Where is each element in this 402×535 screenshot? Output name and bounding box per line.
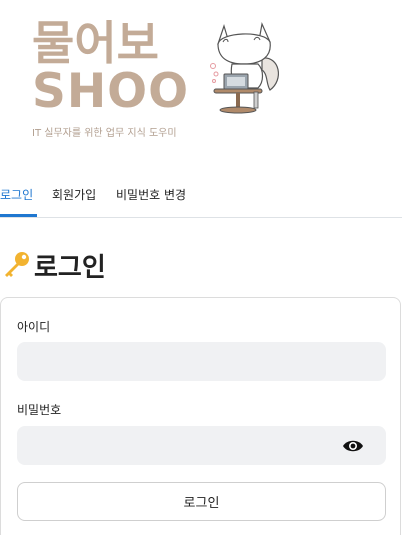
key-icon — [5, 252, 29, 277]
password-label: 비밀번호 — [17, 403, 62, 417]
logo-title-english: SHOO — [32, 64, 190, 119]
login-page: 물어보 SHOO IT 실무자를 위한 업무 지식 도우미 로그인 회원가입 비… — [0, 0, 402, 535]
tab-change-password[interactable]: 비밀번호 변경 — [116, 186, 186, 203]
username-label: 아이디 — [17, 320, 51, 334]
app-logo: 물어보 SHOO IT 실무자를 위한 업무 지식 도우미 — [30, 18, 290, 143]
fox-with-laptop-mascot — [210, 21, 279, 114]
eye-icon[interactable] — [342, 438, 364, 454]
password-input[interactable] — [17, 426, 386, 465]
login-form-card: 아이디 비밀번호 로그인 — [0, 297, 401, 535]
tab-login[interactable]: 로그인 — [0, 186, 33, 203]
page-heading: 로그인 — [0, 245, 106, 285]
logo-subtitle: IT 실무자를 위한 업무 지식 도우미 — [32, 128, 177, 139]
login-button[interactable]: 로그인 — [17, 482, 386, 521]
auth-tabs: 로그인 회원가입 비밀번호 변경 — [0, 178, 402, 218]
tab-signup[interactable]: 회원가입 — [52, 186, 96, 203]
page-title: 로그인 — [34, 252, 106, 283]
active-tab-indicator — [0, 214, 37, 217]
username-input[interactable] — [17, 342, 386, 381]
logo-title-korean: 물어보 — [32, 16, 159, 70]
